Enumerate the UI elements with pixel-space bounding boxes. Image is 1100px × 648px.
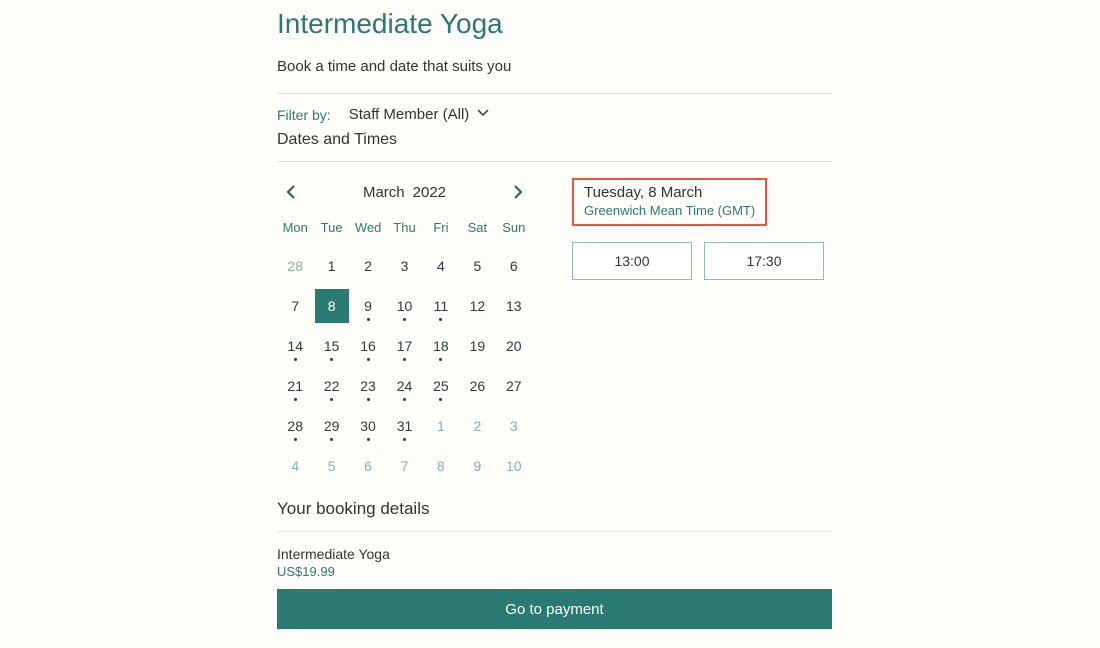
calendar-day[interactable]: 7	[277, 289, 313, 323]
day-of-week-label: Thu	[386, 220, 422, 243]
calendar-day[interactable]: 2	[350, 249, 386, 283]
calendar-day[interactable]: 8	[315, 289, 349, 323]
prev-month-button[interactable]	[277, 178, 305, 206]
calendar-day[interactable]: 30	[350, 409, 386, 443]
calendar-month-label: March 2022	[363, 184, 446, 201]
availability-dot-icon	[403, 398, 406, 401]
day-of-week-label: Wed	[350, 220, 386, 243]
calendar-day[interactable]: 27	[496, 369, 532, 403]
availability-dot-icon	[367, 358, 370, 361]
availability-dot-icon	[294, 438, 297, 441]
day-of-week-label: Sat	[459, 220, 495, 243]
year: 2022	[413, 184, 446, 201]
calendar-day[interactable]: 15	[313, 329, 349, 363]
time-slot-row: 13:00 17:30	[572, 242, 832, 280]
time-slot-button[interactable]: 13:00	[572, 242, 692, 280]
availability-dot-icon	[403, 358, 406, 361]
chevron-down-icon	[477, 106, 489, 123]
calendar-day[interactable]: 28	[277, 409, 313, 443]
calendar-day[interactable]: 26	[459, 369, 495, 403]
calendar-day: 28	[277, 249, 313, 283]
filter-label: Filter by:	[277, 107, 331, 123]
availability-dot-icon	[367, 438, 370, 441]
page-subtitle: Book a time and date that suits you	[277, 58, 832, 75]
calendar-day[interactable]: 9	[350, 289, 386, 323]
next-month-button[interactable]	[504, 178, 532, 206]
calendar-day: 8	[423, 449, 459, 483]
staff-filter-select[interactable]: Staff Member (All)	[349, 106, 490, 123]
dates-times-label: Dates and Times	[277, 131, 832, 149]
calendar-day: 1	[423, 409, 459, 443]
calendar-day[interactable]: 14	[277, 329, 313, 363]
month-name: March	[363, 184, 405, 201]
calendar-day: 3	[496, 409, 532, 443]
calendar-day[interactable]: 20	[496, 329, 532, 363]
calendar-day[interactable]: 11	[423, 289, 459, 323]
calendar-day: 7	[386, 449, 422, 483]
calendar-day[interactable]: 17	[386, 329, 422, 363]
availability-dot-icon	[330, 398, 333, 401]
availability-dot-icon	[367, 398, 370, 401]
calendar-day[interactable]: 12	[459, 289, 495, 323]
day-of-week-label: Sun	[496, 220, 532, 243]
availability-dot-icon	[403, 438, 406, 441]
timezone-label: Greenwich Mean Time (GMT)	[584, 203, 755, 218]
day-of-week-label: Fri	[423, 220, 459, 243]
calendar-day[interactable]: 3	[386, 249, 422, 283]
calendar-day: 10	[496, 449, 532, 483]
calendar-day[interactable]: 16	[350, 329, 386, 363]
calendar-day[interactable]: 10	[386, 289, 422, 323]
calendar-day: 2	[459, 409, 495, 443]
time-slot-button[interactable]: 17:30	[704, 242, 824, 280]
availability-dot-icon	[367, 318, 370, 321]
availability-dot-icon	[294, 398, 297, 401]
calendar-day[interactable]: 23	[350, 369, 386, 403]
calendar-day[interactable]: 25	[423, 369, 459, 403]
calendar-day[interactable]: 21	[277, 369, 313, 403]
dates-times-panel: March 2022 MonTueWedThuFriSatSun28123456…	[277, 162, 832, 483]
calendar-day[interactable]: 22	[313, 369, 349, 403]
calendar-day: 4	[277, 449, 313, 483]
go-to-payment-button[interactable]: Go to payment	[277, 589, 832, 629]
booking-item-name: Intermediate Yoga	[277, 546, 832, 562]
availability-dot-icon	[403, 318, 406, 321]
calendar-day[interactable]: 4	[423, 249, 459, 283]
time-slots-panel: Tuesday, 8 March Greenwich Mean Time (GM…	[572, 178, 832, 483]
divider	[277, 531, 832, 532]
calendar-day[interactable]: 24	[386, 369, 422, 403]
calendar-day[interactable]: 19	[459, 329, 495, 363]
day-of-week-label: Mon	[277, 220, 313, 243]
calendar-day[interactable]: 29	[313, 409, 349, 443]
booking-price: US$19.99	[277, 564, 832, 579]
calendar-day[interactable]: 13	[496, 289, 532, 323]
calendar-day[interactable]: 5	[459, 249, 495, 283]
calendar-day[interactable]: 31	[386, 409, 422, 443]
calendar-day: 5	[313, 449, 349, 483]
calendar: March 2022 MonTueWedThuFriSatSun28123456…	[277, 178, 532, 483]
selected-date-highlight: Tuesday, 8 March Greenwich Mean Time (GM…	[572, 178, 767, 226]
calendar-day[interactable]: 1	[313, 249, 349, 283]
day-of-week-label: Tue	[313, 220, 349, 243]
availability-dot-icon	[330, 358, 333, 361]
selected-date-label: Tuesday, 8 March	[584, 184, 755, 201]
calendar-day: 9	[459, 449, 495, 483]
availability-dot-icon	[330, 438, 333, 441]
booking-section-title: Your booking details	[277, 499, 832, 519]
filter-value: Staff Member (All)	[349, 106, 470, 123]
availability-dot-icon	[294, 358, 297, 361]
calendar-day[interactable]: 18	[423, 329, 459, 363]
filter-row: Filter by: Staff Member (All)	[277, 94, 832, 131]
availability-dot-icon	[439, 358, 442, 361]
availability-dot-icon	[439, 318, 442, 321]
availability-dot-icon	[439, 398, 442, 401]
page-title: Intermediate Yoga	[277, 8, 832, 40]
calendar-day: 6	[350, 449, 386, 483]
calendar-day[interactable]: 6	[496, 249, 532, 283]
calendar-grid: MonTueWedThuFriSatSun2812345678910111213…	[277, 220, 532, 483]
